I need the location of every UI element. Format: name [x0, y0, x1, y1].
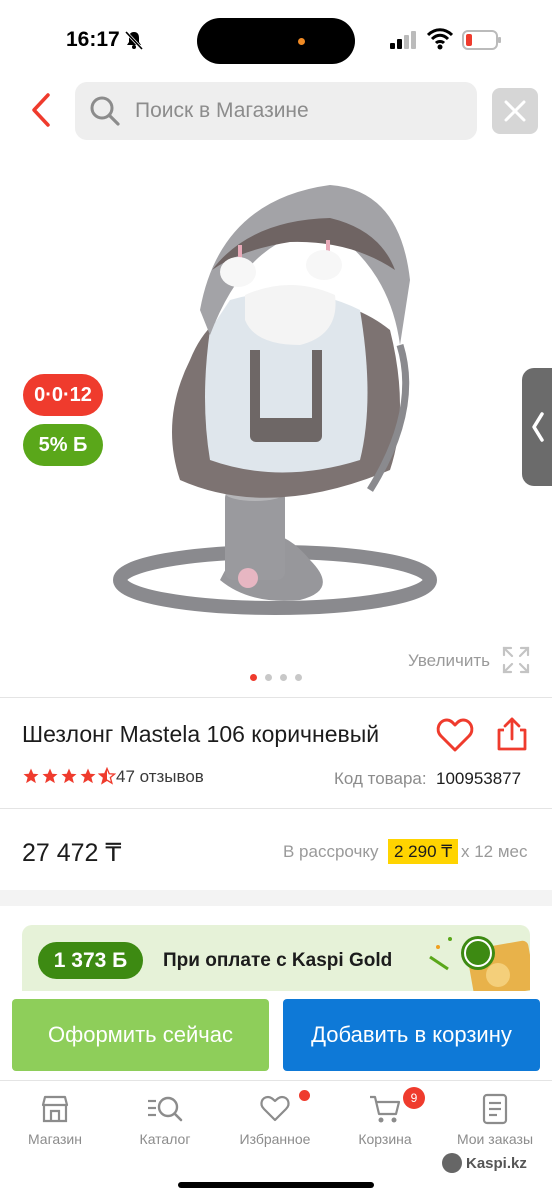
store-icon — [41, 1095, 69, 1123]
favorites-notification-dot — [299, 1090, 310, 1101]
installment-amount: 2 290 ₸ — [388, 839, 459, 864]
clear-search-button[interactable] — [492, 88, 538, 134]
battery-icon — [462, 30, 501, 50]
product-code-label: Код товара: — [334, 769, 427, 788]
nav-item-favorites[interactable]: Избранное — [220, 1093, 330, 1147]
watermark-text: Kaspi.kz — [466, 1155, 527, 1172]
catalog-icon — [148, 1096, 183, 1122]
search-input[interactable]: Поиск в Магазине — [75, 82, 477, 140]
heart-icon — [260, 1095, 290, 1122]
product-image[interactable] — [100, 160, 460, 630]
rating-stars — [22, 767, 116, 785]
add-to-cart-button[interactable]: Добавить в корзину — [283, 999, 540, 1071]
star-icon — [23, 768, 39, 784]
nav-label-store: Магазин — [27, 1131, 82, 1147]
nav-item-orders[interactable]: Мои заказы — [440, 1093, 550, 1147]
bell-muted-icon — [124, 30, 144, 50]
gallery-pagination — [250, 668, 310, 681]
product-title: Шезлонг Mastela 106 коричневый — [22, 721, 380, 747]
expand-icon[interactable] — [502, 646, 530, 674]
installment-term: x 12 мес — [461, 842, 528, 861]
nav-label-catalog: Каталог — [139, 1131, 191, 1147]
buy-now-button[interactable]: Оформить сейчас — [12, 999, 269, 1071]
nav-label-cart: Корзина — [358, 1131, 412, 1147]
gallery-dot-2[interactable] — [265, 674, 272, 681]
nav-item-catalog[interactable]: Каталог — [110, 1093, 220, 1147]
star-icon — [80, 768, 96, 784]
cart-count-badge: 9 — [403, 1087, 425, 1109]
favorite-heart-icon[interactable] — [436, 717, 474, 753]
bonus-badge: 5% Б — [23, 424, 103, 466]
search-icon — [90, 96, 120, 126]
star-icon — [42, 768, 58, 784]
orders-icon — [482, 1093, 508, 1125]
product-code-value: 100953877 — [436, 769, 522, 788]
cart-icon — [370, 1095, 401, 1123]
zoom-label[interactable]: Увеличить — [408, 651, 490, 671]
star-icon — [61, 768, 77, 784]
gallery-dot-1[interactable] — [250, 674, 257, 681]
promo-text: При оплате с Kaspi Gold — [163, 950, 393, 971]
close-icon — [504, 100, 526, 122]
kaspi-gold-promo[interactable]: 1 373 Б При оплате с Kaspi Gold — [22, 925, 530, 991]
back-chevron-icon[interactable] — [28, 92, 54, 128]
star-half-icon — [98, 767, 116, 785]
share-icon[interactable] — [496, 716, 528, 752]
status-bar: 16:17 — [0, 0, 552, 80]
product-price: 27 472 ₸ — [22, 839, 122, 867]
chevron-left-icon — [532, 412, 544, 442]
gallery-dot-3[interactable] — [280, 674, 287, 681]
dynamic-island — [197, 18, 355, 64]
wifi-icon — [427, 28, 453, 50]
section-divider — [0, 890, 552, 906]
camera-dot — [298, 38, 305, 45]
divider — [0, 697, 552, 698]
signal-icon — [390, 31, 416, 49]
search-placeholder: Поиск в Магазине — [135, 99, 309, 122]
reviews-link[interactable]: 47 отзывов — [116, 767, 204, 787]
nav-item-store[interactable]: Магазин — [0, 1093, 110, 1147]
status-time: 16:17 — [66, 28, 120, 51]
installment-label: В рассрочку — [283, 842, 379, 861]
kaspi-logo-icon — [442, 1153, 462, 1173]
divider — [0, 808, 552, 809]
kaspi-gold-card-icon — [429, 936, 530, 991]
nav-label-favorites: Избранное — [239, 1131, 311, 1147]
promo-bonus-badge: 1 373 Б — [38, 942, 143, 979]
home-indicator[interactable] — [178, 1182, 374, 1188]
installment-badge: 0·0·12 — [23, 374, 103, 416]
side-panel-tab[interactable] — [522, 368, 552, 486]
gallery-dot-4[interactable] — [295, 674, 302, 681]
nav-label-orders: Мои заказы — [456, 1131, 534, 1147]
